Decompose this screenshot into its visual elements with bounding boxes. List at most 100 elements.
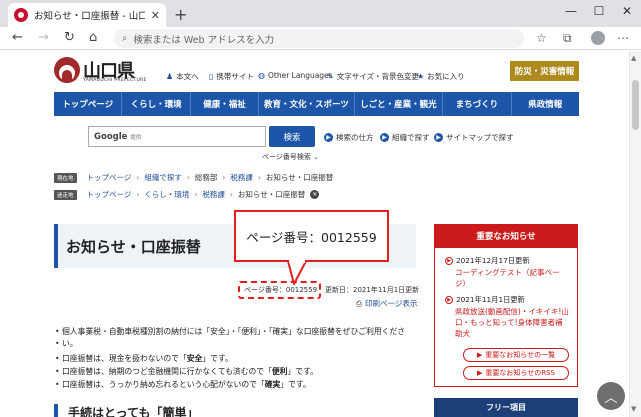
bullet-text: 」です。 — [280, 380, 311, 389]
news-link[interactable]: コーディングテスト（記事ページ） — [455, 267, 570, 289]
page-title: お知らせ・口座振替 — [66, 238, 201, 256]
tab-title: お知らせ・口座振替 - 山口県ホーム — [34, 11, 145, 22]
bullet-text: 口座振替は、うっかり納め忘れるという心配がないので「 — [62, 380, 265, 389]
util-favorites-link[interactable]: ★ お気に入り — [417, 71, 465, 82]
arrow-right-icon: ▶ — [445, 296, 453, 304]
back-arrow-icon[interactable]: ← — [12, 30, 23, 45]
chevron-up-icon: ︿ — [604, 390, 618, 406]
breadcrumb-link[interactable]: 税務課 — [202, 189, 225, 200]
breadcrumb-current: お知らせ・口座振替 — [265, 173, 334, 182]
breadcrumb-separator: › — [136, 190, 140, 199]
important-notice-heading: 重要なお知らせ — [434, 224, 578, 248]
toggle-label: ページ番号検索 — [262, 153, 311, 161]
minimize-button[interactable]: — — [561, 4, 581, 18]
breadcrumb-link[interactable]: くらし・環境 — [144, 189, 189, 200]
arrow-right-icon: ▶ — [380, 133, 389, 142]
link-label: サイトマップで探す — [446, 133, 514, 142]
window-close-button[interactable]: ✕ — [617, 4, 637, 18]
util-mobile-link[interactable]: ▯ 携帯サイト — [209, 71, 254, 82]
bullet-text: 」です。 — [202, 354, 233, 363]
search-by-org-link[interactable]: ▶ 組織で探す — [380, 132, 430, 143]
button-label: 重要なお知らせの一覧 — [485, 351, 556, 359]
profile-avatar[interactable] — [591, 31, 605, 45]
section-heading: 手続はとっても「簡単」 — [54, 404, 416, 417]
nav-item-health[interactable]: 健康・福祉 — [191, 92, 260, 116]
scroll-down-icon[interactable]: ▼ — [631, 405, 636, 413]
nav-item-education[interactable]: 教育・文化・スポーツ — [259, 92, 355, 116]
nav-item-living[interactable]: くらし・環境 — [122, 92, 191, 116]
mobile-icon: ▯ — [209, 72, 214, 81]
maximize-button[interactable]: ☐ — [589, 4, 609, 18]
forward-arrow-icon[interactable]: → — [38, 30, 49, 45]
nav-item-town[interactable]: まちづくり — [443, 92, 512, 116]
address-placeholder: 検索または Web アドレスを入力 — [133, 34, 275, 46]
util-skip-link[interactable]: ♟ 本文へ — [166, 71, 199, 82]
search-button[interactable]: 検索 — [269, 126, 315, 147]
breadcrumb-text: 総務部 — [194, 173, 218, 182]
breadcrumb-link[interactable]: 組織で探す — [144, 172, 182, 183]
site-logo-subtitle: YAMAGUCHI PREFECTURE — [83, 78, 147, 83]
address-input[interactable]: ⌕ 検索または Web アドレスを入力 — [114, 29, 524, 48]
tab-close-icon[interactable]: ✕ — [151, 9, 160, 22]
disaster-info-button[interactable]: 防災・災害情報 — [510, 61, 579, 81]
global-nav: トップページ くらし・環境 健康・福祉 教育・文化・スポーツ しごと・産業・観光… — [54, 92, 579, 116]
printer-icon: ⎙ — [356, 298, 362, 308]
home-icon[interactable]: ⌂ — [89, 30, 97, 45]
collections-icon[interactable]: ⧉ — [563, 31, 572, 46]
bullet-emphasis: 安全 — [186, 354, 203, 363]
more-menu-icon[interactable]: ⋯ — [617, 31, 629, 45]
refresh-icon[interactable]: ↻ — [64, 30, 75, 45]
new-tab-button[interactable]: + — [174, 5, 187, 24]
favorite-star-icon[interactable]: ☆ — [536, 31, 547, 45]
bullet-text: 個人事業税・自動車税種別割の納付には「安全」・「便利」・「確実」な口座振替をぜひ… — [62, 327, 406, 336]
globe-icon: ◍ — [258, 71, 265, 80]
site-search-input[interactable]: Google 提供 — [88, 126, 266, 147]
list-item: 個人事業税・自動車税種別割の納付には「安全」・「便利」・「確実」な口座振替をぜひ… — [55, 326, 406, 338]
breadcrumb-current: お知らせ・口座振替 — [237, 190, 306, 199]
browser-tab[interactable]: お知らせ・口座振替 - 山口県ホーム ✕ — [8, 3, 166, 27]
list-item: 口座振替は、うっかり納め忘れるという心配がないので「確実」です。 — [55, 379, 311, 391]
util-languages-link[interactable]: ◍ Other Languages — [258, 71, 333, 80]
page-number: ページ番号：0012559 — [244, 286, 318, 294]
breadcrumb-separator: › — [222, 173, 226, 182]
list-item: 口座振替は、現金を扱わないので「安全」です。 — [55, 353, 233, 365]
nav-item-government[interactable]: 県政情報 — [512, 92, 579, 116]
util-label: 本文へ — [176, 72, 199, 81]
news-date: ▶ 2021年12月17日更新 — [445, 256, 530, 266]
bullet-text: い。 — [62, 339, 78, 348]
search-icon: ⌕ — [122, 33, 128, 44]
site-favicon-icon — [14, 8, 28, 22]
arrow-right-icon: ▶ — [434, 133, 443, 142]
breadcrumb-link[interactable]: 税務課 — [230, 172, 253, 183]
search-help-link[interactable]: ▶ 検索の仕方 — [324, 132, 374, 143]
print-link[interactable]: ⎙ 印刷ページ表示 — [356, 298, 417, 309]
scroll-up-icon[interactable]: ▲ — [631, 54, 636, 62]
bullet-emphasis: 便利 — [271, 367, 288, 376]
free-item-heading: フリー項目 — [434, 398, 578, 417]
news-link[interactable]: 県政放送(動画配信)・イキイキ!山口・もっと知って!身体障害者補助犬 — [455, 306, 570, 339]
prefecture-logo-icon[interactable] — [54, 57, 80, 83]
notice-rss-button[interactable]: ▶ 重要なお知らせのRSS — [463, 366, 569, 380]
close-icon[interactable]: ✕ — [310, 190, 320, 199]
breadcrumb-separator: › — [186, 173, 190, 182]
person-icon: ♟ — [166, 72, 174, 81]
star-icon: ★ — [417, 72, 425, 81]
search-sitemap-link[interactable]: ▶ サイトマップで探す — [434, 132, 514, 143]
news-date-text: 2021年11月1日更新 — [456, 295, 525, 304]
scroll-thumb[interactable] — [632, 80, 639, 130]
updated-date: 更新日：2021年11月1日更新 — [325, 286, 420, 294]
page-number-callout: ページ番号：0012559 — [234, 210, 389, 262]
back-to-top-button[interactable]: ︿ — [597, 382, 625, 410]
notice-list-button[interactable]: ▶ 重要なお知らせの一覧 — [463, 348, 569, 362]
google-label: Google — [94, 131, 128, 142]
bullet-text: 口座振替は、納期のつど金融機関に行かなくても済むので「 — [62, 367, 272, 376]
breadcrumb-link[interactable]: トップページ — [87, 172, 132, 183]
util-font-size-link[interactable]: ✎ 文字サイズ・背景色変更 — [327, 71, 419, 82]
nav-item-work[interactable]: しごと・産業・観光 — [355, 92, 444, 116]
breadcrumb-separator: › — [257, 173, 261, 182]
breadcrumb-tag: 現在地 — [54, 172, 77, 183]
arrow-right-icon: ▶ — [476, 369, 483, 377]
nav-item-top[interactable]: トップページ — [54, 92, 123, 116]
page-number-search-toggle[interactable]: ページ番号検索 ⌄ — [262, 152, 319, 162]
breadcrumb-link[interactable]: トップページ — [87, 189, 132, 200]
